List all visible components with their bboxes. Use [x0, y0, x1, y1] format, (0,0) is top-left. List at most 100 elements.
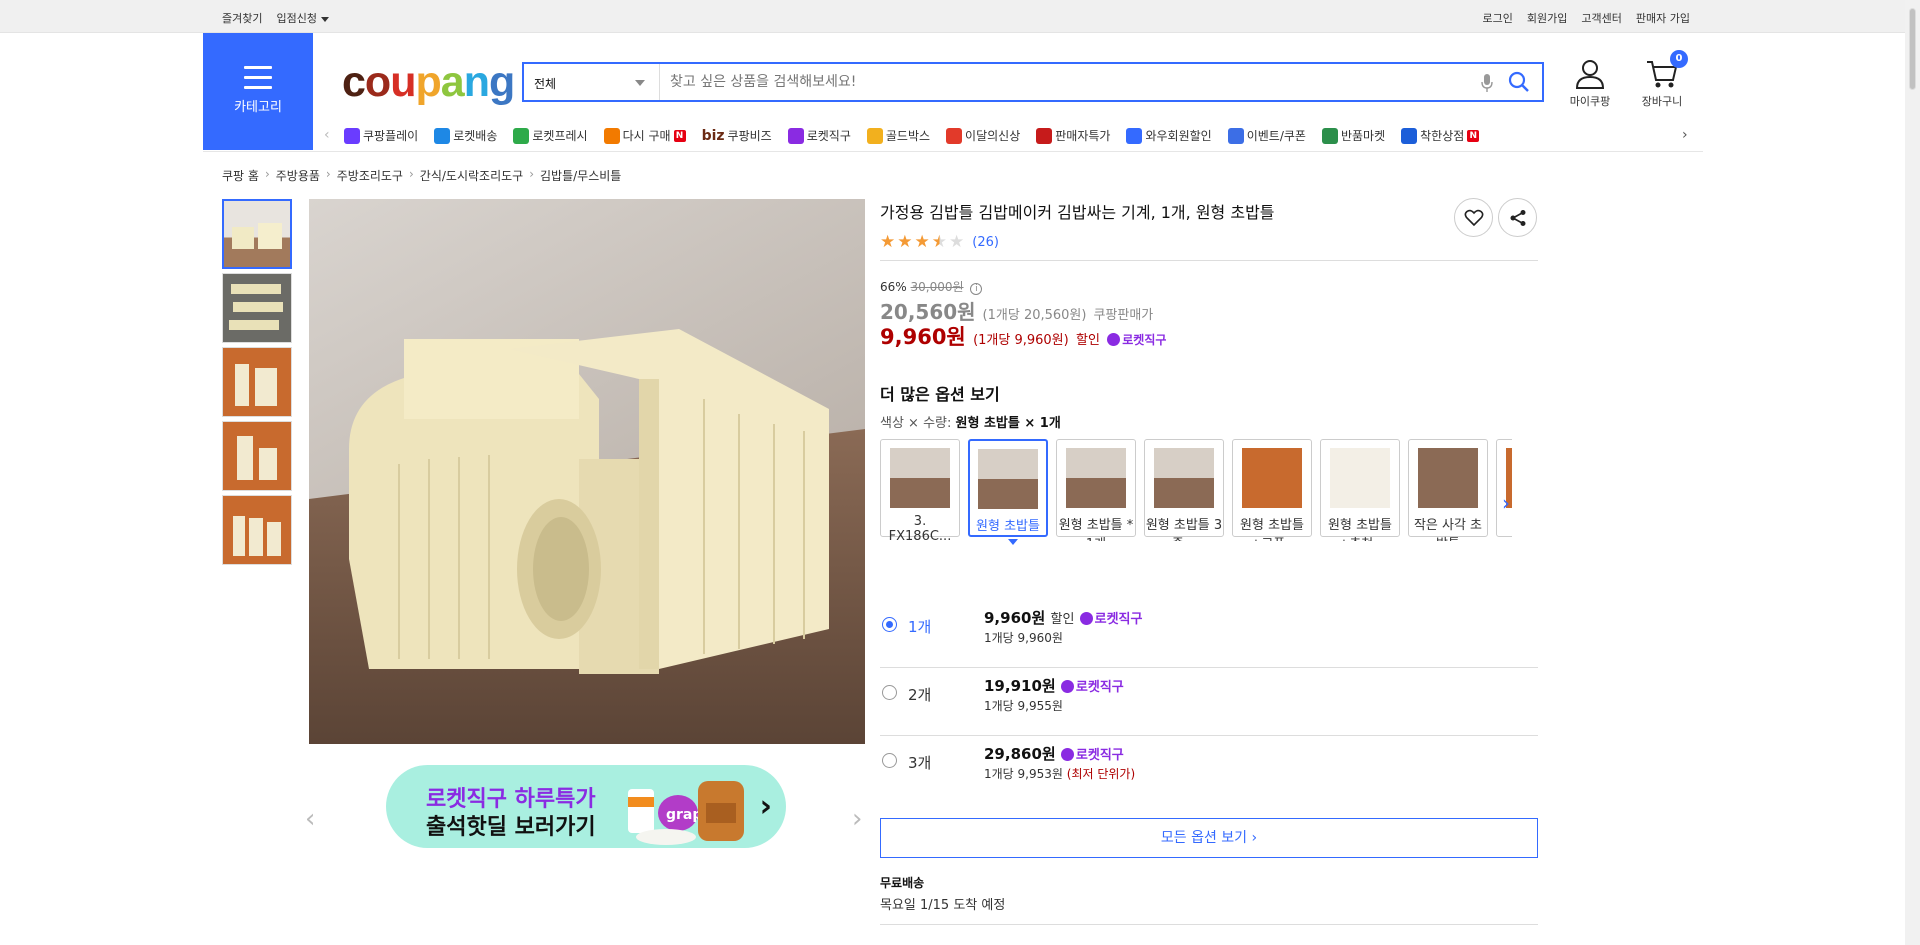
- heart-icon: [1464, 209, 1483, 226]
- seller-apply-link[interactable]: 입점신청: [276, 10, 329, 26]
- option-item[interactable]: 원형 초밥틀+추천..: [1320, 439, 1400, 541]
- thumbnail[interactable]: [222, 495, 292, 565]
- option-item[interactable]: 3. FX186C...: [880, 439, 960, 541]
- final-price-row: 9,960원 (1개당 9,960원) 할인 로켓직구: [880, 321, 1166, 351]
- hamburger-icon: [244, 66, 272, 89]
- quantity-option[interactable]: 1개 9,960원 할인 로켓직구 1개당 9,960원: [880, 599, 1538, 667]
- nav-label: 와우회원할인: [1145, 129, 1212, 143]
- nav-prev-arrow[interactable]: ‹: [324, 127, 330, 143]
- page-scrollbar[interactable]: [1905, 0, 1920, 945]
- radio-button[interactable]: [882, 617, 897, 632]
- final-unit-price: (1개당 9,960원): [973, 333, 1069, 348]
- scrollbar-thumb[interactable]: [1909, 8, 1916, 90]
- microphone-icon[interactable]: [1480, 73, 1494, 93]
- bookmark-link[interactable]: 즐겨찾기: [222, 10, 262, 26]
- login-link[interactable]: 로그인: [1483, 10, 1513, 26]
- svg-text:grap: grap: [666, 807, 702, 823]
- nav-icon: [1321, 127, 1338, 144]
- nav-item[interactable]: 반품마켓: [1321, 127, 1386, 144]
- search-scope-select[interactable]: 전체: [524, 64, 660, 100]
- breadcrumb-item[interactable]: 주방용품: [276, 167, 320, 184]
- search-input[interactable]: [670, 72, 1460, 92]
- main-product-image[interactable]: [309, 199, 865, 744]
- thumbnail[interactable]: [222, 273, 292, 343]
- category-nav: ‹ 쿠팡플레이 로켓배송 로켓프레시 다시 구매 N biz 쿠팡비즈 로켓직구 골드박스 이달의…: [320, 122, 1700, 150]
- discount-row: 66% 30,000원 i: [880, 278, 983, 295]
- seller-signup-link[interactable]: 판매자 가입: [1636, 10, 1690, 26]
- rocket-label: 로켓직구: [1094, 612, 1143, 627]
- shipping-eta: 목요일 1/15 도착 예정: [880, 898, 1006, 913]
- unit-price-text: 1개당 9,953원: [984, 767, 1063, 781]
- nav-label: 반품마켓: [1340, 129, 1386, 143]
- category-button[interactable]: 카테고리: [203, 33, 313, 150]
- nav-item[interactable]: 판매자특가: [1036, 127, 1110, 144]
- review-count[interactable]: (26): [972, 235, 999, 250]
- nav-item[interactable]: 착한상점 N: [1401, 127, 1480, 144]
- nav-item[interactable]: 다시 구매 N: [603, 127, 686, 144]
- option-item[interactable]: 원형 초밥틀: [968, 439, 1048, 537]
- breadcrumb-item[interactable]: 주방조리도구: [337, 167, 403, 184]
- all-options-button[interactable]: 모든 옵션 보기 ›: [880, 818, 1538, 858]
- customer-center-link[interactable]: 고객센터: [1581, 10, 1621, 26]
- nav-item[interactable]: 이달의신상: [946, 127, 1020, 144]
- chevron-down-icon: [320, 16, 329, 22]
- nav-label: 쿠팡플레이: [363, 129, 419, 143]
- options-next-arrow[interactable]: ›: [1502, 491, 1510, 515]
- option-label: 원형 초밥틀: [976, 519, 1040, 534]
- signup-link[interactable]: 회원가입: [1527, 10, 1567, 26]
- product-title: 가정용 김밥틀 김밥메이커 김밥싸는 기계, 1개, 원형 초밥틀: [880, 203, 1275, 222]
- nav-item[interactable]: biz 쿠팡비즈: [702, 127, 772, 144]
- nav-item[interactable]: 로켓직구: [787, 127, 851, 144]
- quantity-unit-price: 1개당 9,953원 (최저 단위가): [984, 765, 1135, 782]
- cart-count-badge: 0: [1670, 50, 1688, 68]
- promo-banner[interactable]: 로켓직구 하루특가 출석핫딜 보러가기 grap ›: [386, 765, 786, 848]
- thumbnail[interactable]: [222, 421, 292, 491]
- option-item[interactable]: 원형 초밥틀 3종...: [1144, 439, 1224, 541]
- chevron-right-icon: ›: [529, 167, 535, 181]
- nav-item[interactable]: 쿠팡플레이: [344, 127, 418, 144]
- search-icon[interactable]: [1508, 71, 1530, 93]
- thumbnail[interactable]: [222, 199, 292, 269]
- option-item[interactable]: 작은 사각 초밥틀: [1408, 439, 1488, 541]
- biz-logo-icon: biz: [701, 127, 725, 144]
- quantity-option[interactable]: 3개 29,860원 로켓직구 1개당 9,953원 (최저 단위가): [880, 735, 1538, 803]
- more-options-heading: 더 많은 옵션 보기: [880, 385, 1000, 404]
- rating-stars[interactable]: ★ ★ ★ ★ ★ (26): [880, 232, 999, 252]
- quantity-option[interactable]: 2개 19,910원 로켓직구 1개당 9,955원: [880, 667, 1538, 735]
- mycoupang-button[interactable]: 마이쿠팡: [1560, 58, 1620, 109]
- coupang-logo[interactable]: coupang: [342, 58, 515, 107]
- radio-button[interactable]: [882, 753, 897, 768]
- option-label: 원형 초밥틀 * 1개: [1058, 518, 1134, 541]
- thumbnail[interactable]: [222, 347, 292, 417]
- breadcrumb-item[interactable]: 간식/도시락조리도구: [420, 167, 523, 184]
- nav-item[interactable]: 로켓프레시: [513, 127, 588, 144]
- cart-button[interactable]: 0 장바구니: [1632, 50, 1692, 109]
- option-item[interactable]: 3: [1496, 439, 1512, 537]
- quantity-tag: 할인: [1050, 612, 1075, 627]
- category-label: 카테고리: [234, 100, 282, 115]
- nav-icon: [866, 127, 883, 144]
- chevron-right-icon: ›: [759, 789, 772, 824]
- nav-item[interactable]: 로켓배송: [434, 127, 497, 144]
- wishlist-button[interactable]: [1454, 198, 1493, 237]
- nav-item[interactable]: 이벤트/쿠폰: [1227, 127, 1306, 144]
- breadcrumb-item[interactable]: 쿠팡 홈: [222, 167, 259, 184]
- info-icon[interactable]: i: [970, 283, 983, 295]
- discount-rate: 66%: [880, 280, 907, 294]
- radio-button[interactable]: [882, 685, 897, 700]
- nav-item[interactable]: 와우회원할인: [1126, 127, 1212, 144]
- divider: [880, 260, 1538, 261]
- nav-icon: [434, 127, 451, 144]
- nav-next-arrow[interactable]: ›: [1682, 127, 1688, 143]
- unit-price-text: 1개당 9,960원: [984, 631, 1063, 645]
- image-next-arrow[interactable]: ›: [852, 804, 862, 834]
- option-label: 원형 초밥틀+고품..: [1240, 518, 1304, 541]
- option-item[interactable]: 원형 초밥틀+고품..: [1232, 439, 1312, 541]
- image-prev-arrow[interactable]: ‹: [305, 804, 315, 834]
- rocket-label: 로켓직구: [1075, 680, 1124, 695]
- breadcrumb-item[interactable]: 김밥틀/무스비틀: [540, 167, 621, 184]
- option-item[interactable]: 원형 초밥틀 * 1개: [1056, 439, 1136, 541]
- nav-item[interactable]: 골드박스: [866, 127, 930, 144]
- nav-label: 착한상점: [1420, 129, 1465, 143]
- share-button[interactable]: [1498, 198, 1537, 237]
